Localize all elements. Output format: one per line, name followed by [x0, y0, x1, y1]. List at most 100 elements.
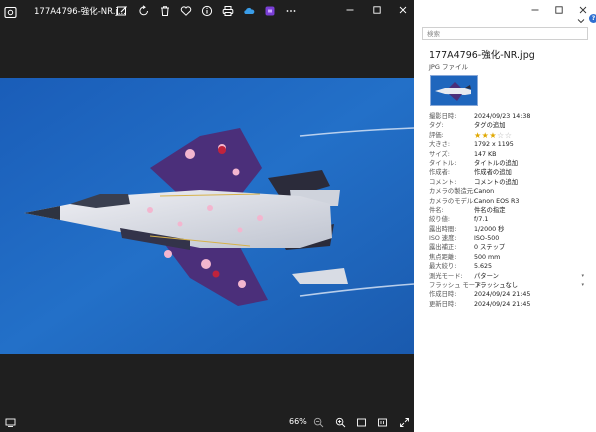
- delete-icon[interactable]: [158, 4, 172, 18]
- property-row: 絞り値: f/7.1: [429, 215, 594, 224]
- property-key: 最大絞り:: [429, 263, 457, 271]
- property-row: 評価: ★★★☆☆: [429, 131, 594, 140]
- property-key: サイズ:: [429, 150, 450, 158]
- property-row: タグ: タグの追加: [429, 121, 594, 130]
- property-key: 焦点距離:: [429, 253, 457, 261]
- property-key: 評価:: [429, 131, 444, 139]
- property-value[interactable]: f/7.1: [474, 215, 488, 224]
- property-row: 件名: 件名の指定: [429, 206, 594, 215]
- property-row: 撮影日時: 2024/09/23 14:38: [429, 112, 594, 121]
- property-row: タイトル: タイトルの追加: [429, 159, 594, 168]
- property-key: カメラの製造元:: [429, 188, 476, 196]
- maximize-icon[interactable]: [370, 3, 384, 17]
- property-key: ISO 速度:: [429, 235, 457, 243]
- fullscreen-icon[interactable]: [398, 416, 410, 428]
- zoom-out-icon[interactable]: [312, 416, 324, 428]
- photos-app-icon[interactable]: [4, 4, 17, 19]
- property-value[interactable]: フラッシュなし: [474, 281, 518, 290]
- viewer-bottom-bar: [0, 410, 414, 432]
- property-key: タグ:: [429, 122, 444, 130]
- rating-stars[interactable]: ★★★☆☆: [474, 131, 512, 140]
- property-value[interactable]: 2024/09/23 14:38: [474, 112, 530, 121]
- property-value[interactable]: 2024/09/24 21:45: [474, 300, 530, 309]
- property-value[interactable]: 1/2000 秒: [474, 225, 504, 234]
- property-key: カメラのモデル:: [429, 197, 476, 205]
- rotate-icon[interactable]: [137, 4, 151, 18]
- zoom-level: 66%: [289, 417, 307, 426]
- property-value[interactable]: ISO-500: [474, 234, 499, 243]
- property-value[interactable]: 件名の指定: [474, 206, 505, 215]
- property-value[interactable]: パターン: [474, 272, 499, 281]
- property-key: 作成者:: [429, 169, 451, 177]
- props-maximize-icon[interactable]: [552, 3, 566, 17]
- jet-photo: [0, 78, 414, 354]
- property-row: サイズ: 147 KB: [429, 150, 594, 159]
- property-value[interactable]: 147 KB: [474, 150, 496, 159]
- property-key: 大きさ:: [429, 141, 451, 149]
- star-icon[interactable]: ★: [474, 131, 482, 140]
- print-icon[interactable]: [221, 4, 235, 18]
- property-value[interactable]: 1792 x 1195: [474, 140, 514, 149]
- property-key: 露出補正:: [429, 244, 457, 252]
- onedrive-icon[interactable]: [242, 4, 256, 18]
- property-value[interactable]: 2024/09/24 21:45: [474, 290, 530, 299]
- photo-thumbnail: [430, 75, 478, 106]
- property-value[interactable]: 500 mm: [474, 253, 500, 262]
- filmstrip-icon[interactable]: [4, 416, 16, 428]
- info-icon[interactable]: [200, 4, 214, 18]
- property-value[interactable]: 5.625: [474, 262, 492, 271]
- photo-viewer-window: 177A4796-強化-NR.j... 66%: [0, 0, 414, 432]
- dropdown-arrow-icon[interactable]: ▾: [581, 272, 584, 281]
- star-icon[interactable]: ☆: [505, 131, 513, 140]
- property-value[interactable]: タイトルの追加: [474, 159, 518, 168]
- property-value[interactable]: 0 ステップ: [474, 243, 505, 252]
- properties-file-type: JPG ファイル: [429, 63, 468, 71]
- property-row: 測光モード: パターン ▾: [429, 272, 594, 281]
- property-key: タイトル:: [429, 159, 457, 167]
- property-row: ISO 速度: ISO-500: [429, 234, 594, 243]
- property-row: 作成日時: 2024/09/24 21:45: [429, 290, 594, 299]
- property-key: 測光モード:: [429, 272, 463, 280]
- property-row: カメラのモデル: Canon EOS R3: [429, 197, 594, 206]
- property-value[interactable]: タグの追加: [474, 121, 505, 130]
- property-value[interactable]: 作成者の追加: [474, 168, 512, 177]
- edit-icon[interactable]: [115, 4, 129, 18]
- property-value[interactable]: Canon: [474, 187, 494, 196]
- property-row: 最大絞り: 5.625: [429, 262, 594, 271]
- property-key: 撮影日時:: [429, 113, 457, 120]
- properties-file-name: 177A4796-強化-NR.jpg: [429, 50, 535, 61]
- more-icon[interactable]: [284, 4, 298, 18]
- property-key: 露出時間:: [429, 225, 457, 233]
- props-minimize-icon[interactable]: [528, 3, 542, 17]
- property-key: 更新日時:: [429, 300, 457, 308]
- property-row: 焦点距離: 500 mm: [429, 253, 594, 262]
- star-icon[interactable]: ★: [489, 131, 497, 140]
- zoom-in-icon[interactable]: [334, 416, 346, 428]
- star-icon[interactable]: ☆: [497, 131, 505, 140]
- viewer-toolbar: 177A4796-強化-NR.j...: [0, 0, 414, 22]
- search-input[interactable]: 検索: [422, 27, 588, 40]
- property-key: コメント:: [429, 178, 457, 186]
- properties-list: 撮影日時: 2024/09/23 14:38 タグ: タグの追加 評価: ★★★☆☆ 大きさ…: [429, 112, 594, 309]
- help-icon[interactable]: ?: [589, 14, 596, 23]
- property-row: 作成者: 作成者の追加: [429, 168, 594, 177]
- dropdown-arrow-icon[interactable]: ▾: [581, 281, 584, 290]
- file-title: 177A4796-強化-NR.j...: [34, 7, 126, 17]
- favorite-icon[interactable]: [179, 4, 193, 18]
- chevron-down-icon[interactable]: [574, 14, 588, 28]
- fit-to-window-icon[interactable]: [355, 416, 367, 428]
- property-row: 露出時間: 1/2000 秒: [429, 225, 594, 234]
- property-key: 作成日時:: [429, 291, 457, 299]
- property-key: 絞り値:: [429, 216, 451, 224]
- clipchamp-icon[interactable]: [263, 4, 277, 18]
- property-row: 露出補正: 0 ステップ: [429, 243, 594, 252]
- property-row: コメント: コメントの追加: [429, 178, 594, 187]
- property-row: カメラの製造元: Canon: [429, 187, 594, 196]
- property-value[interactable]: コメントの追加: [474, 178, 518, 187]
- property-row: 更新日時: 2024/09/24 21:45: [429, 300, 594, 309]
- close-icon[interactable]: [396, 3, 410, 17]
- actual-size-icon[interactable]: [376, 416, 388, 428]
- minimize-icon[interactable]: [343, 3, 357, 17]
- property-row: 大きさ: 1792 x 1195: [429, 140, 594, 149]
- property-value[interactable]: Canon EOS R3: [474, 197, 519, 206]
